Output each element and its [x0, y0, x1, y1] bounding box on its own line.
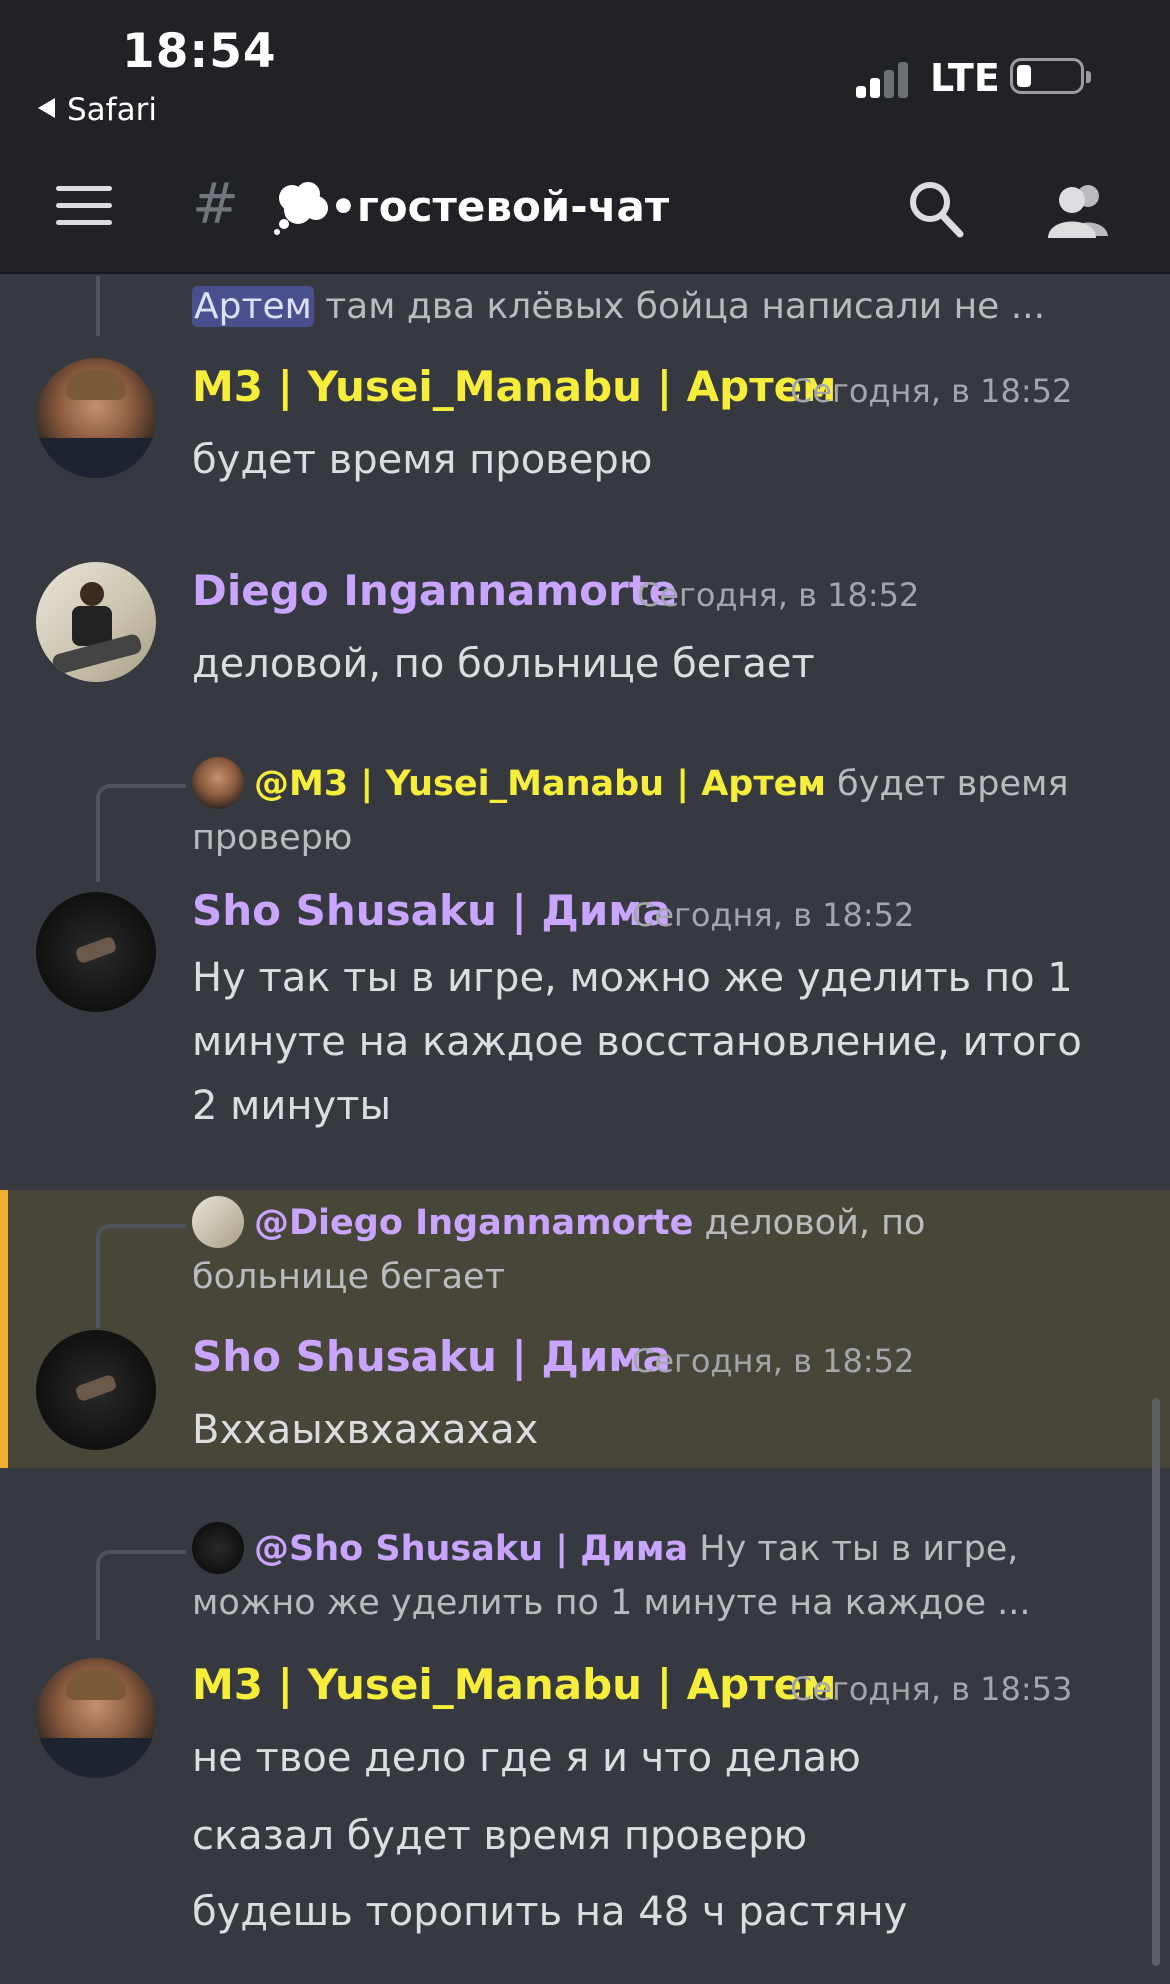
- avatar[interactable]: [36, 892, 156, 1012]
- avatar[interactable]: [36, 358, 156, 478]
- reply-avatar: [192, 1196, 244, 1248]
- message-timestamp: Сегодня, в 18:53: [790, 1670, 1073, 1708]
- channel-name: •гостевой-чат: [330, 182, 670, 231]
- message-author[interactable]: M3 | Yusei_Manabu | Артем: [192, 1660, 836, 1709]
- reply-connector: [96, 1224, 186, 1328]
- reply-avatar: [192, 1522, 244, 1574]
- scrollbar[interactable]: [1152, 1398, 1160, 1966]
- user-mention[interactable]: Артем: [192, 286, 314, 327]
- message-text: будет время проверю: [192, 437, 653, 483]
- reply-preview[interactable]: @Sho Shusaku | Дима Ну так ты в игре, мо…: [192, 1522, 1132, 1630]
- thought-cloud-icon: [274, 182, 328, 235]
- reply-author: @Diego Ingannamorte: [254, 1203, 694, 1243]
- message-author[interactable]: M3 | Yusei_Manabu | Артем: [192, 362, 836, 411]
- signal-icon: [856, 58, 916, 98]
- message-text: будешь торопить на 48 ч растяну: [192, 1889, 908, 1935]
- search-icon[interactable]: [906, 178, 966, 242]
- back-arrow-icon: [38, 98, 55, 118]
- reply-connector: [96, 276, 100, 336]
- battery-icon: [1010, 58, 1091, 94]
- message-author[interactable]: Sho Shusaku | Дима: [192, 1332, 671, 1381]
- reply-text: там два клёвых бойца написали не ...: [313, 286, 1046, 327]
- reply-preview[interactable]: @Diego Ingannamorte деловой, по больнице…: [192, 1196, 1092, 1304]
- message-text: сказал будет время проверю: [192, 1813, 808, 1859]
- reply-preview[interactable]: @M3 | Yusei_Manabu | Артем будет время п…: [192, 757, 1072, 865]
- message-text: Вххаыхвхахахах: [192, 1407, 539, 1453]
- reply-connector: [96, 1550, 186, 1640]
- message-text: Ну так ты в игре, можно же уделить по 1 …: [192, 955, 1082, 1129]
- message-text: не твое дело где я и что делаю: [192, 1735, 861, 1781]
- message-author[interactable]: Diego Ingannamorte: [192, 566, 677, 615]
- back-to-safari[interactable]: Safari: [38, 92, 157, 128]
- members-icon[interactable]: [1046, 182, 1112, 238]
- menu-icon[interactable]: [56, 186, 112, 230]
- channel-header: # •гостевой-чат: [0, 150, 1170, 274]
- message-author[interactable]: Sho Shusaku | Дима: [192, 886, 671, 935]
- message-timestamp: Сегодня, в 18:52: [632, 1342, 915, 1380]
- message-text: деловой, по больнице бегает: [192, 641, 815, 687]
- back-label: Safari: [67, 92, 157, 128]
- message-timestamp: Сегодня, в 18:52: [632, 896, 915, 934]
- reply-avatar: [192, 757, 244, 809]
- message-timestamp: Сегодня, в 18:52: [637, 576, 920, 614]
- status-bar: 18:54 Safari LTE: [0, 0, 1170, 150]
- avatar[interactable]: [36, 1330, 156, 1450]
- reply-preview[interactable]: Артем там два клёвых бойца написали не .…: [192, 280, 1045, 334]
- clock: 18:54: [122, 24, 277, 79]
- reply-author: @Sho Shusaku | Дима: [254, 1529, 689, 1569]
- message-timestamp: Сегодня, в 18:52: [790, 372, 1073, 410]
- reply-connector: [96, 784, 186, 882]
- network-type: LTE: [930, 56, 1000, 100]
- hash-icon: #: [192, 172, 239, 237]
- avatar[interactable]: [36, 562, 156, 682]
- reply-author: @M3 | Yusei_Manabu | Артем: [254, 764, 826, 804]
- avatar[interactable]: [36, 1658, 156, 1778]
